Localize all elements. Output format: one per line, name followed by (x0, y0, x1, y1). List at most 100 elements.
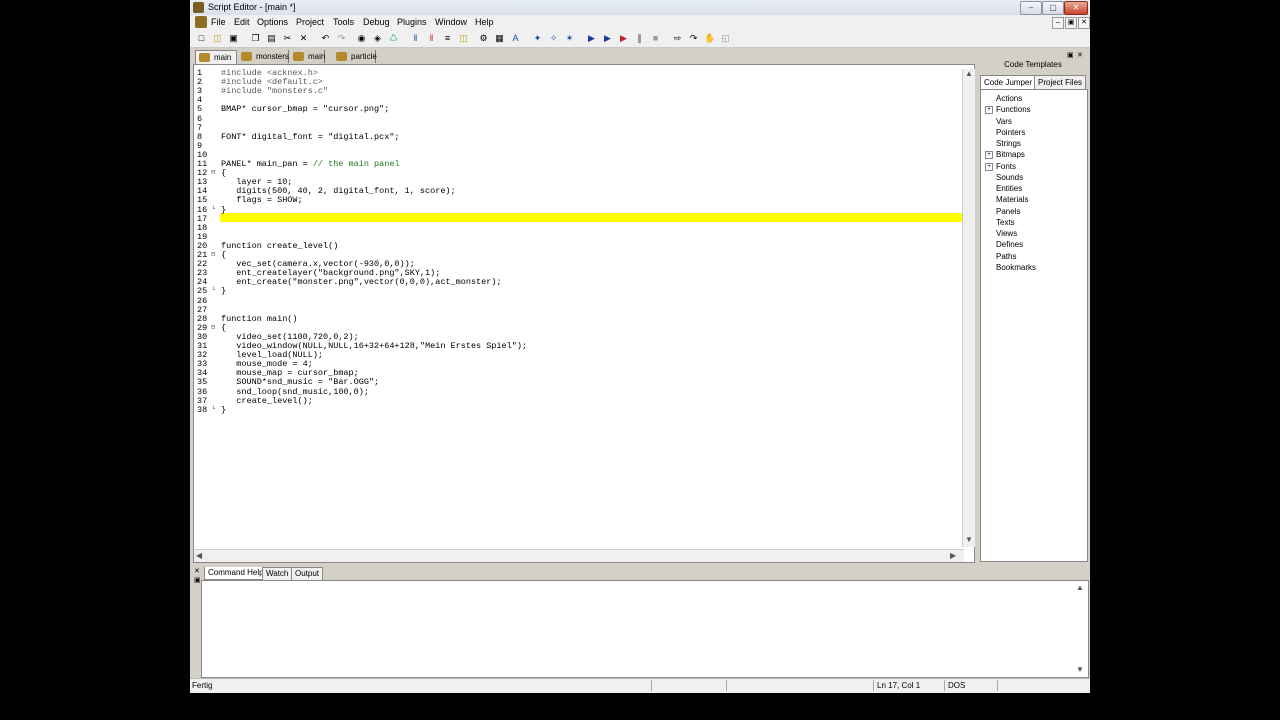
tree-item-paths[interactable]: Paths (996, 251, 1016, 262)
tree-item-materials[interactable]: Materials (996, 194, 1028, 205)
tree-item-vars[interactable]: Vars (996, 116, 1012, 127)
maximize-button[interactable]: ▢ (1042, 1, 1064, 15)
find-next-icon[interactable]: ◈ (372, 33, 383, 44)
tab-output[interactable]: Output (291, 567, 324, 581)
tree-item-texts[interactable]: Texts (996, 217, 1015, 228)
mdi-minimize-button[interactable]: – (1052, 17, 1064, 29)
scroll-down-icon[interactable]: ▼ (965, 535, 973, 544)
cursor-position: Ln 17, Col 1 (873, 680, 945, 691)
panel-close-icon[interactable]: ✕ (1077, 51, 1083, 59)
expand-icon[interactable]: + (985, 106, 993, 115)
fold-collapse-icon[interactable]: ⊟ (211, 251, 215, 260)
tab-command-help[interactable]: Command Help (204, 567, 268, 580)
menu-file[interactable]: File (211, 17, 226, 27)
copy-icon[interactable]: ❐ (250, 33, 261, 44)
debug-run-icon[interactable]: ▶ (618, 33, 629, 44)
document-tabs: main * monsters main particle (193, 49, 975, 75)
minimize-button[interactable]: – (1020, 1, 1042, 15)
hand-icon[interactable]: ✋ (704, 33, 715, 44)
tab-main-modified[interactable]: main * (195, 50, 237, 75)
mdi-close-button[interactable]: ✕ (1078, 17, 1090, 29)
scroll-up-icon[interactable]: ▲ (1076, 583, 1084, 592)
redo-icon[interactable]: ↷ (336, 33, 347, 44)
expand-icon[interactable]: + (985, 162, 993, 171)
tree-item-defines[interactable]: Defines (996, 239, 1023, 250)
fold-collapse-icon[interactable]: ⊟ (211, 324, 215, 333)
menu-options[interactable]: Options (257, 17, 288, 27)
delete-icon[interactable]: ✕ (298, 33, 309, 44)
tree-item-fonts[interactable]: Fonts (996, 161, 1016, 172)
menu-tools[interactable]: Tools (333, 17, 354, 27)
panel-float-icon[interactable]: ▣ (1067, 51, 1074, 59)
compile-icon[interactable]: ✦ (532, 33, 543, 44)
scroll-down-icon[interactable]: ▼ (1076, 665, 1084, 674)
save-icon[interactable]: ▣ (228, 33, 239, 44)
vertical-scrollbar[interactable]: ▲ ▼ (962, 69, 975, 547)
folder-icon[interactable]: ◫ (458, 33, 469, 44)
menu-help[interactable]: Help (475, 17, 494, 27)
font-icon[interactable]: A (510, 33, 521, 44)
fold-collapse-icon[interactable]: ⊟ (211, 169, 215, 178)
tree-item-sounds[interactable]: Sounds (996, 172, 1023, 183)
document-icon[interactable] (195, 16, 207, 28)
cut-icon[interactable]: ✂ (282, 33, 293, 44)
browse-icon[interactable]: ▦ (494, 33, 505, 44)
tab-code-jumper[interactable]: Code Jumper (980, 75, 1037, 89)
stop-icon[interactable]: ■ (650, 33, 661, 44)
pause-icon[interactable]: ❚ (634, 33, 645, 44)
tab-project-files[interactable]: Project Files (1034, 75, 1087, 90)
step-into-icon[interactable]: ⇨ (672, 33, 683, 44)
status-text: Fertig (192, 681, 213, 690)
tree-item-pointers[interactable]: Pointers (996, 127, 1025, 138)
watch-icon[interactable]: ◱ (720, 33, 731, 44)
bottom-close-icon[interactable]: ✕ (194, 567, 200, 575)
tree-item-entities[interactable]: Entities (996, 183, 1022, 194)
script-editor-window: Script Editor - [main *] – ▢ ✕ File Edit… (190, 0, 1090, 693)
tab-main[interactable]: main (290, 50, 325, 63)
tab-watch[interactable]: Watch (262, 567, 293, 581)
run-step-icon[interactable]: ▶ (602, 33, 613, 44)
menu-project[interactable]: Project (296, 17, 324, 27)
run-icon[interactable]: ▶ (586, 33, 597, 44)
settings-icon[interactable]: ⚙ (478, 33, 489, 44)
code-line: ent_create("monster.png",vector(0,0,0),a… (221, 277, 502, 288)
bottom-float-icon[interactable]: ▣ (194, 576, 201, 584)
tree-item-bookmarks[interactable]: Bookmarks (996, 262, 1036, 273)
build-icon[interactable]: ✧ (548, 33, 559, 44)
fold-end-icon: └ (211, 205, 216, 214)
close-button[interactable]: ✕ (1064, 1, 1088, 15)
open-folder-icon[interactable]: ◫ (212, 33, 223, 44)
tree-item-functions[interactable]: Functions (996, 104, 1031, 115)
code-jumper-panel: ▣ ✕ Code Templates Code Jumper Project F… (977, 49, 1089, 562)
bookmark-toggle-icon[interactable]: ‖ (410, 33, 421, 44)
new-file-icon[interactable]: □ (196, 33, 207, 44)
publish-icon[interactable]: ✶ (564, 33, 575, 44)
find-icon[interactable]: ◉ (356, 33, 367, 44)
horizontal-scrollbar[interactable]: ◀ ▶ (194, 549, 964, 562)
scroll-up-icon[interactable]: ▲ (965, 69, 973, 78)
paste-icon[interactable]: ▤ (266, 33, 277, 44)
menu-debug[interactable]: Debug (363, 17, 390, 27)
tab-monsters[interactable]: monsters (238, 50, 289, 63)
tree-item-panels[interactable]: Panels (996, 206, 1020, 217)
bookmark-next-icon[interactable]: ‖ (426, 33, 437, 44)
scroll-left-icon[interactable]: ◀ (196, 551, 202, 560)
mdi-restore-button[interactable]: ▣ (1065, 17, 1077, 29)
menu-edit[interactable]: Edit (234, 17, 250, 27)
scroll-right-icon[interactable]: ▶ (950, 551, 956, 560)
tab-label: monsters (256, 52, 289, 61)
code-editor[interactable]: 1 2 3 4 5 6 7 8 9 10 11 12 ⊟ 13 14 15 16 └ 17 18 19 20 21 ⊟ 22 23… (193, 64, 975, 563)
tab-particle[interactable]: particle (333, 50, 377, 63)
indent-icon[interactable]: ≡ (442, 33, 453, 44)
undo-icon[interactable]: ↶ (320, 33, 331, 44)
expand-icon[interactable]: + (985, 151, 993, 160)
tree-item-actions[interactable]: Actions (996, 93, 1022, 104)
code-line: } (221, 204, 227, 215)
step-over-icon[interactable]: ↷ (688, 33, 699, 44)
tree-item-strings[interactable]: Strings (996, 138, 1021, 149)
tree-item-bitmaps[interactable]: Bitmaps (996, 149, 1025, 160)
tree-item-views[interactable]: Views (996, 228, 1017, 239)
replace-icon[interactable]: ♺ (388, 33, 399, 44)
menu-plugins[interactable]: Plugins (397, 17, 427, 27)
menu-window[interactable]: Window (435, 17, 467, 27)
